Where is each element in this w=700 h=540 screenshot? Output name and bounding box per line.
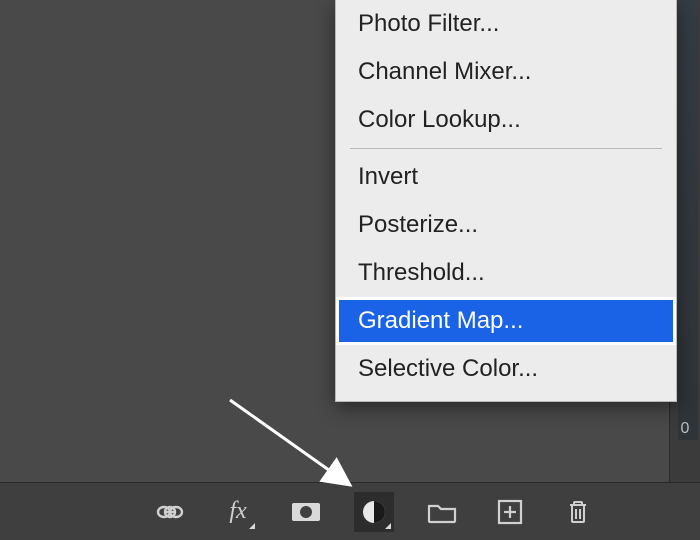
ruler-tick: 0 [674,418,696,440]
new-layer-button[interactable] [490,492,530,532]
menu-item-invert[interactable]: Invert [336,153,676,201]
chevron-down-icon [385,523,391,529]
menu-item-channel-mixer[interactable]: Channel Mixer... [336,48,676,96]
menu-item-gradient-map[interactable]: Gradient Map... [336,297,676,345]
layers-panel-toolbar: fx [0,482,700,540]
layer-effects-button[interactable]: fx [218,492,258,532]
chevron-down-icon [249,523,255,529]
trash-icon [566,498,590,526]
fx-icon: fx [229,498,246,525]
right-thumbnail [678,0,698,440]
menu-item-selective-color[interactable]: Selective Color... [336,345,676,393]
add-layer-mask-button[interactable] [286,492,326,532]
menu-item-posterize[interactable]: Posterize... [336,201,676,249]
menu-separator [350,148,662,149]
plus-square-icon [497,499,523,525]
link-layers-button[interactable] [150,492,190,532]
menu-item-threshold[interactable]: Threshold... [336,249,676,297]
new-adjustment-layer-button[interactable] [354,492,394,532]
menu-item-photo-filter[interactable]: Photo Filter... [336,0,676,48]
folder-icon [427,500,457,524]
delete-layer-button[interactable] [558,492,598,532]
adjustment-layer-icon [360,498,388,526]
menu-item-color-lookup[interactable]: Color Lookup... [336,96,676,144]
adjustment-layer-menu: Photo Filter... Channel Mixer... Color L… [335,0,677,402]
link-icon [155,502,185,522]
mask-icon [290,500,322,524]
new-group-button[interactable] [422,492,462,532]
